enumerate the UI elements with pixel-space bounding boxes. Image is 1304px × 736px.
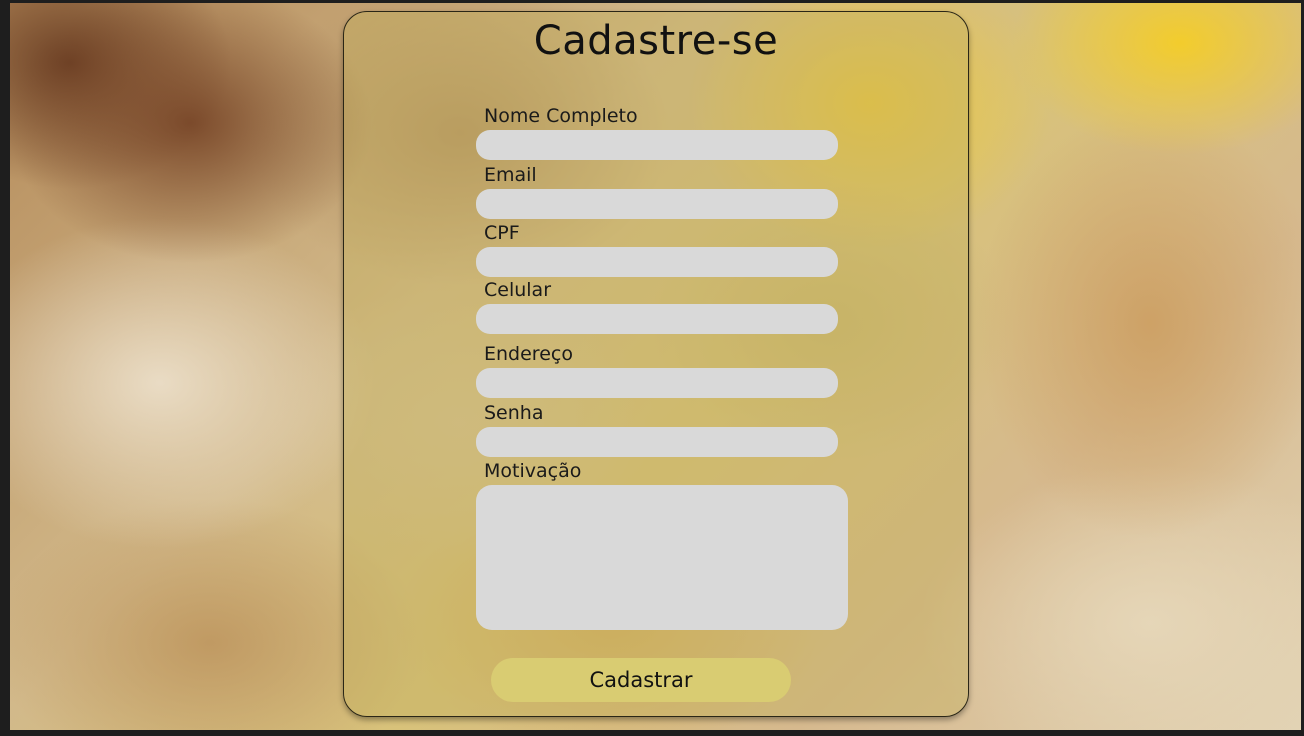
- address-input[interactable]: [476, 368, 838, 398]
- phone-input[interactable]: [476, 304, 838, 334]
- cpf-input[interactable]: [476, 247, 838, 277]
- email-label: Email: [484, 164, 537, 186]
- signup-form-card: Cadastre-se Nome Completo Email CPF Celu…: [343, 11, 969, 717]
- address-label: Endereço: [484, 343, 573, 365]
- background-image: Cadastre-se Nome Completo Email CPF Celu…: [10, 3, 1301, 730]
- email-input[interactable]: [476, 189, 838, 219]
- motivation-label: Motivação: [484, 460, 582, 482]
- motivation-textarea[interactable]: [476, 485, 848, 630]
- password-input[interactable]: [476, 427, 838, 457]
- password-label: Senha: [484, 402, 544, 424]
- phone-label: Celular: [484, 279, 552, 301]
- cpf-label: CPF: [484, 222, 520, 244]
- register-button[interactable]: Cadastrar: [491, 658, 791, 702]
- full-name-label: Nome Completo: [484, 105, 638, 127]
- full-name-input[interactable]: [476, 130, 838, 160]
- page-title: Cadastre-se: [533, 18, 779, 64]
